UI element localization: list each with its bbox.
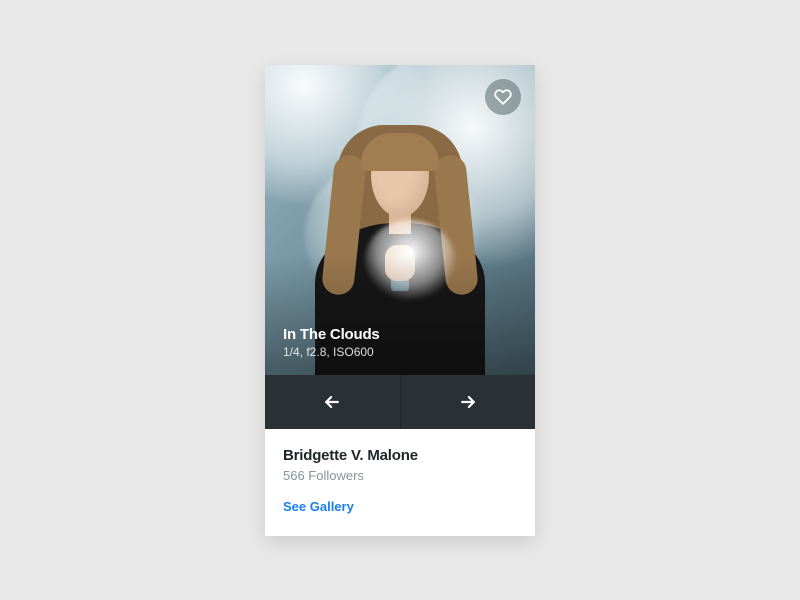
photo-card: In The Clouds 1/4, f2.8, ISO600 Bridgett… (265, 65, 535, 536)
photo-meta: 1/4, f2.8, ISO600 (283, 345, 380, 359)
photo-title: In The Clouds (283, 326, 380, 343)
prev-button[interactable] (265, 375, 401, 429)
see-gallery-link[interactable]: See Gallery (283, 499, 354, 514)
hero-image: In The Clouds 1/4, f2.8, ISO600 (265, 65, 535, 375)
heart-icon (494, 88, 512, 106)
next-button[interactable] (401, 375, 536, 429)
hero-caption: In The Clouds 1/4, f2.8, ISO600 (283, 326, 380, 359)
follower-count: 566 Followers (283, 468, 517, 483)
arrow-left-icon (322, 392, 342, 412)
arrow-right-icon (458, 392, 478, 412)
author-info: Bridgette V. Malone 566 Followers See Ga… (265, 429, 535, 536)
favorite-button[interactable] (485, 79, 521, 115)
author-name: Bridgette V. Malone (283, 447, 517, 464)
nav-bar (265, 375, 535, 429)
